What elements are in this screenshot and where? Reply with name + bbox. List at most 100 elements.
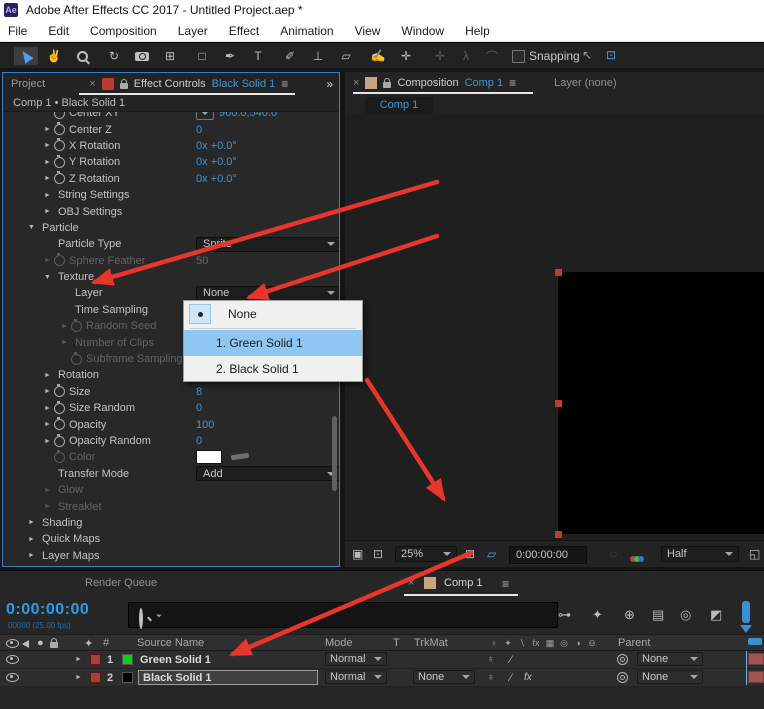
selection-tool[interactable] (14, 47, 38, 65)
property-value[interactable]: 960.0,540.0 (219, 112, 277, 119)
panel-menu-icon[interactable]: ≡ (509, 76, 516, 90)
quality-switch-icon[interactable]: ∕ (510, 670, 512, 685)
mode-dropdown[interactable]: Normal (325, 670, 387, 684)
close-tab-icon[interactable]: × (89, 78, 95, 90)
layer-visibility-eye-icon[interactable] (6, 670, 19, 685)
horizontal-scrollbar[interactable] (748, 638, 762, 645)
property-value[interactable]: 0x +0.0° (196, 156, 237, 168)
show-channels-icon[interactable] (630, 551, 644, 565)
selection-handle[interactable] (555, 269, 562, 276)
always-preview-icon[interactable]: ▣ (352, 547, 363, 561)
property-value[interactable]: 100 (196, 419, 214, 431)
switch-icon[interactable]: ⊖ (585, 638, 599, 649)
motion-blur-icon[interactable]: ◎ (680, 607, 691, 623)
panel-menu-icon[interactable]: ≡ (502, 577, 509, 591)
mode-column-label[interactable]: Mode (325, 637, 353, 649)
pan-behind-tool[interactable]: ⊞ (158, 47, 182, 65)
stopwatch-icon[interactable] (54, 436, 65, 447)
collapse-switch-icon[interactable]: ♁ (487, 670, 495, 685)
stopwatch-icon[interactable] (54, 386, 65, 397)
twirl-icon[interactable]: ► (41, 388, 54, 395)
popup-item-1-green-solid-1[interactable]: 1. Green Solid 1 (184, 330, 362, 356)
index-column-label[interactable]: # (103, 637, 109, 649)
lock-icon[interactable] (120, 83, 128, 89)
twirl-icon[interactable]: ► (41, 421, 54, 428)
stopwatch-icon[interactable] (54, 403, 65, 414)
menu-edit[interactable]: Edit (48, 24, 69, 38)
stopwatch-icon[interactable] (54, 112, 65, 119)
twirl-icon[interactable]: ▼ (25, 224, 38, 231)
property-value[interactable]: 0x +0.0° (196, 140, 237, 152)
switch-icon[interactable]: fx (529, 638, 543, 648)
stopwatch-icon[interactable] (54, 173, 65, 184)
stopwatch-icon[interactable] (71, 354, 82, 365)
grid-guides-icon[interactable]: ⊞ (465, 547, 475, 561)
label-column-icon[interactable]: ✦ (84, 637, 93, 650)
twirl-icon[interactable]: ► (58, 323, 71, 330)
axis-mode-icon[interactable]: ⌒ (480, 47, 504, 65)
effect-row-z-rotation[interactable]: ►Z Rotation0x +0.0° (3, 171, 339, 187)
tab-layer[interactable]: Layer (none) (554, 77, 616, 89)
effects-switch-icon[interactable]: fx (524, 670, 532, 685)
popup-item-2-black-solid-1[interactable]: 2. Black Solid 1 (184, 356, 362, 382)
twirl-icon[interactable]: ► (41, 175, 54, 182)
effect-row-string-settings[interactable]: ►String Settings (3, 187, 339, 203)
trkmat-dropdown[interactable]: None (413, 670, 475, 684)
effect-row-x-rotation[interactable]: ►X Rotation0x +0.0° (3, 138, 339, 154)
switch-icon[interactable]: ✦ (501, 638, 515, 649)
twirl-icon[interactable]: ▼ (41, 274, 54, 281)
menu-layer[interactable]: Layer (178, 24, 208, 38)
effect-row-color[interactable]: Color (3, 449, 339, 465)
effect-row-shading[interactable]: ►Shading (3, 515, 339, 531)
stopwatch-icon[interactable] (54, 124, 65, 135)
close-tab-icon[interactable]: × (353, 77, 359, 89)
transfer-mode-dropdown[interactable]: Add (196, 466, 339, 481)
twirl-icon[interactable]: ► (41, 487, 54, 494)
effect-row-particle-type[interactable]: Particle TypeSprite (3, 236, 339, 252)
switch-icon[interactable]: ◑ (571, 638, 585, 648)
twirl-icon[interactable]: ► (41, 438, 54, 445)
snap-guides-icon[interactable]: ↖ (582, 48, 592, 62)
popup-item-none[interactable]: None (184, 301, 362, 327)
eraser-tool[interactable]: ▱ (334, 47, 358, 65)
parent-dropdown[interactable]: None (637, 652, 703, 666)
menu-help[interactable]: Help (465, 24, 490, 38)
panel-overflow-icon[interactable]: » (326, 77, 333, 91)
eyedropper-icon[interactable] (231, 453, 250, 460)
puppet-pin-tool[interactable]: ✛ (394, 47, 418, 65)
switch-icon[interactable]: ◎ (557, 638, 571, 649)
twirl-icon[interactable]: ► (58, 339, 71, 346)
region-of-interest-icon[interactable]: ⊡ (606, 48, 616, 62)
composition-viewer[interactable] (345, 113, 764, 540)
twirl-icon[interactable]: ► (41, 192, 54, 199)
pen-tool[interactable]: ✒ (218, 47, 242, 65)
effect-row-size-random[interactable]: ►Size Random0 (3, 400, 339, 416)
trkmat-column-label[interactable]: TrkMat (414, 637, 448, 649)
magnification-dropdown[interactable]: 25% (395, 546, 457, 562)
effect-row-obj-settings[interactable]: ►OBJ Settings (3, 203, 339, 219)
graph-editor-icon[interactable]: ◩ (710, 607, 722, 623)
effect-row-transfer-mode[interactable]: Transfer ModeAdd (3, 466, 339, 482)
layer-name[interactable]: Green Solid 1 (140, 652, 211, 667)
layer-dropdown[interactable]: None (196, 286, 339, 301)
twirl-icon[interactable]: ► (41, 503, 54, 510)
effect-row-opacity[interactable]: ►Opacity100 (3, 416, 339, 432)
menu-composition[interactable]: Composition (90, 24, 157, 38)
close-tab-icon[interactable]: × (408, 577, 414, 589)
shape-tool[interactable]: □ (190, 47, 214, 65)
axis-mode-icon[interactable]: λ (454, 47, 478, 65)
stopwatch-icon[interactable] (54, 452, 65, 463)
rotation-tool[interactable]: ↻ (102, 47, 126, 65)
timeline-search-input[interactable] (128, 602, 558, 628)
draft-3d-icon[interactable]: ✦ (592, 607, 603, 623)
collapse-switch-icon[interactable]: ♁ (487, 652, 495, 667)
shy-layers-icon[interactable]: ⊕ (624, 607, 635, 623)
effect-row-center-z[interactable]: ►Center Z0 (3, 121, 339, 137)
vertical-scrollbar[interactable] (742, 601, 750, 623)
parent-column-label[interactable]: Parent (618, 637, 650, 649)
property-value[interactable]: 8 (196, 386, 202, 398)
stopwatch-icon[interactable] (54, 255, 65, 266)
property-value[interactable]: 0 (196, 435, 202, 447)
twirl-icon[interactable]: ► (41, 372, 54, 379)
layer-row-green-solid-1[interactable]: ►1Green Solid 1Normal♁∕None (0, 651, 764, 669)
